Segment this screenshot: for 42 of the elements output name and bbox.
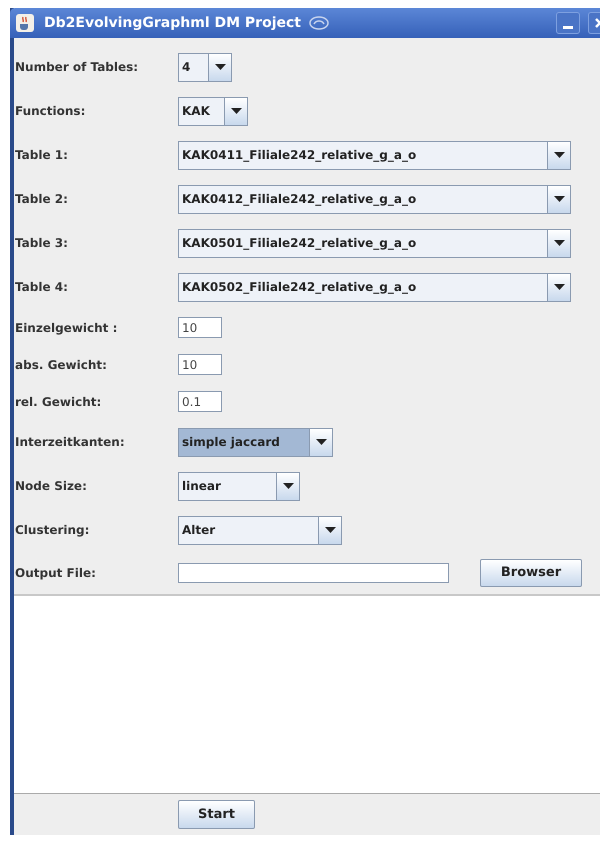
field-label: Einzelgewicht : [14, 320, 118, 336]
coffee-cup-icon [16, 14, 34, 32]
output-file-field[interactable] [178, 563, 449, 583]
dropdown[interactable]: Alter [178, 516, 342, 544]
caret-icon [214, 64, 226, 70]
dropdown[interactable]: KAK0412_Filiale242_relative_g_a_o [178, 184, 571, 214]
caret-icon [316, 439, 326, 445]
caret-icon [230, 108, 242, 114]
field-label: Output File: [14, 565, 97, 582]
caret-icon [282, 483, 294, 489]
caret-icon [324, 527, 336, 533]
dropdown[interactable]: 4 [178, 52, 232, 82]
dropdown[interactable]: KAK [178, 96, 248, 126]
input-field[interactable]: 10 [178, 317, 222, 338]
field-label: Clustering: [14, 522, 90, 539]
caret-icon [554, 152, 564, 158]
dropdown[interactable]: KAK0501_Filiale242_relative_g_a_o [178, 228, 571, 258]
field-label: Table 1: [14, 147, 69, 164]
field-label: Number of Tables: [14, 59, 140, 76]
input-field[interactable]: 0.1 [178, 391, 222, 412]
window-title: Db2EvolvingGraphml DM Project [44, 14, 301, 32]
minimize-button[interactable] [556, 12, 580, 34]
caret-icon [554, 240, 564, 246]
dropdown[interactable]: KAK0502_Filiale242_relative_g_a_o [178, 272, 571, 302]
minimize-icon [563, 26, 573, 29]
field-label: Table 3: [14, 235, 69, 252]
field-label: Interzeitkanten: [14, 434, 126, 451]
field-label: Functions: [14, 103, 86, 120]
field-label: Node Size: [14, 478, 88, 495]
field-label: Table 4: [14, 279, 69, 296]
caret-icon [554, 196, 564, 202]
field-label: rel. Gewicht: [14, 394, 102, 410]
caret-icon [554, 284, 564, 290]
field-label: abs. Gewicht: [14, 356, 108, 374]
field-label: Table 2: [14, 191, 69, 208]
swirl-icon [309, 16, 329, 30]
dropdown[interactable]: simple jaccard [178, 428, 333, 456]
start-button[interactable]: Start [178, 800, 255, 829]
input-field[interactable]: 10 [178, 354, 222, 375]
dropdown[interactable]: KAK0411_Filiale242_relative_g_a_o [178, 140, 571, 170]
dropdown[interactable]: linear [178, 472, 300, 500]
browser-button[interactable]: Browser [480, 559, 582, 587]
